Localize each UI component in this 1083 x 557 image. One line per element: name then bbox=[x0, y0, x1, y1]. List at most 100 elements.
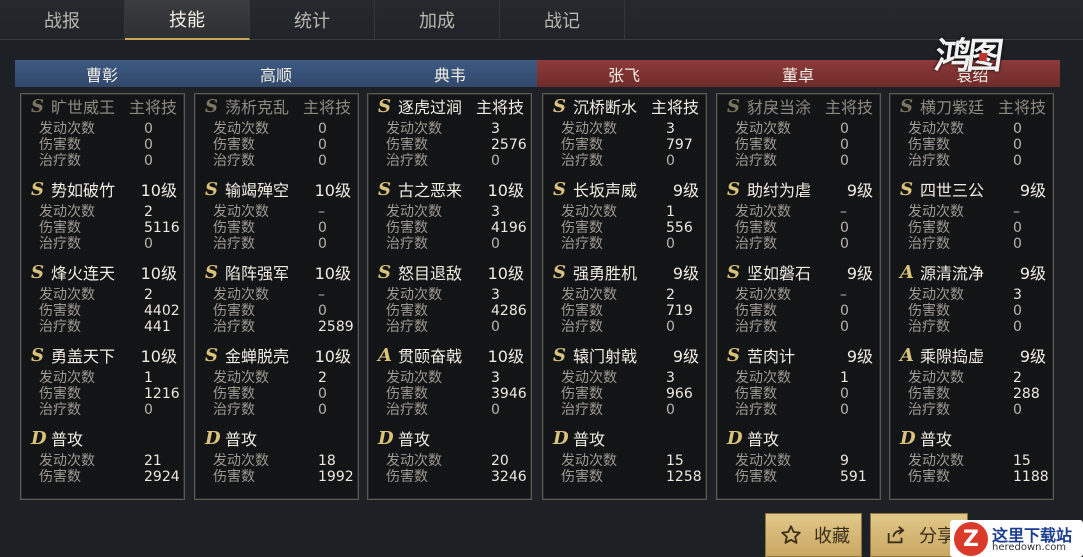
skill-title[interactable]: S 输竭殚空 10级 bbox=[205, 178, 355, 201]
skill-level: 10级 bbox=[487, 347, 524, 366]
skill-title[interactable]: S 势如破竹 10级 bbox=[31, 178, 181, 201]
skill-title[interactable]: S 助纣为虐 9级 bbox=[727, 178, 877, 201]
stat-value: 9 bbox=[840, 453, 849, 469]
skill-stat-row: 发动次数 2 bbox=[213, 370, 358, 386]
skill-title[interactable]: S 逐虎过涧 主将技 bbox=[378, 95, 528, 118]
skill-grade: S bbox=[31, 344, 44, 366]
skill-grade: A bbox=[378, 344, 392, 366]
tab-bonus[interactable]: 加成 bbox=[375, 0, 500, 40]
skill-stat-row: 伤害数 0 bbox=[735, 303, 880, 319]
stat-label: 发动次数 bbox=[908, 204, 964, 220]
skill-stat-row: 伤害数 4402 bbox=[39, 303, 184, 319]
skill-name: 普攻 bbox=[398, 430, 431, 449]
favorite-button[interactable]: 收藏 bbox=[765, 513, 862, 557]
stat-label: 治疗数 bbox=[735, 236, 777, 252]
skill-title[interactable]: S 烽火连天 10级 bbox=[31, 261, 181, 284]
stat-value: 4286 bbox=[491, 303, 527, 319]
stat-value: 0 bbox=[318, 121, 327, 137]
skill-stat-row: 治疗数 0 bbox=[386, 153, 531, 169]
skill-title[interactable]: S 辕门射戟 9级 bbox=[553, 344, 703, 367]
skill-title[interactable]: S 勇盖天下 10级 bbox=[31, 344, 181, 367]
skill-title[interactable]: S 金蝉脱壳 10级 bbox=[205, 344, 355, 367]
skill-title[interactable]: D 普攻 bbox=[378, 427, 528, 450]
stat-value: 0 bbox=[840, 386, 849, 402]
skill-grade: S bbox=[727, 344, 740, 366]
skill-level: 9级 bbox=[846, 264, 873, 283]
skill-title[interactable]: A 贯颐奋戟 10级 bbox=[378, 344, 528, 367]
stat-value: 1258 bbox=[666, 469, 702, 485]
stat-value: 0 bbox=[144, 402, 153, 418]
skill-grade: S bbox=[900, 95, 913, 117]
skill-stat-row: 伤害数 719 bbox=[561, 303, 706, 319]
skill-title[interactable]: S 旷世威王 主将技 bbox=[31, 95, 181, 118]
skill-title[interactable]: S 豺戾当涂 主将技 bbox=[727, 95, 877, 118]
skill-title[interactable]: S 苦肉计 9级 bbox=[727, 344, 877, 367]
skill-name: 乘隙捣虚 bbox=[920, 347, 985, 366]
skill-name: 古之恶来 bbox=[398, 181, 463, 200]
skill-title[interactable]: A 乘隙捣虚 9级 bbox=[900, 344, 1050, 367]
skill-title[interactable]: S 横刀紫廷 主将技 bbox=[900, 95, 1050, 118]
skill-title[interactable]: D 普攻 bbox=[205, 427, 355, 450]
stat-label: 伤害数 bbox=[386, 220, 428, 236]
skill-title[interactable]: S 坚如磐石 9级 bbox=[727, 261, 877, 284]
hero-name: 董卓 bbox=[711, 60, 885, 87]
skill-level: 9级 bbox=[1019, 181, 1046, 200]
skill-grade: S bbox=[378, 261, 391, 283]
stat-label: 发动次数 bbox=[39, 121, 95, 137]
skill-level: 10级 bbox=[314, 264, 351, 283]
skill-title[interactable]: D 普攻 bbox=[553, 427, 703, 450]
skill-title[interactable]: D 普攻 bbox=[900, 427, 1050, 450]
skill-title[interactable]: S 四世三公 9级 bbox=[900, 178, 1050, 201]
stat-value: 18 bbox=[318, 453, 336, 469]
stat-value: 2 bbox=[144, 204, 153, 220]
stat-label: 发动次数 bbox=[386, 204, 442, 220]
hero-skill-panel: S 旷世威王 主将技 发动次数 0 伤害数 0 治疗数 0 S 势如破竹 10级 发动次数 2 伤害数 511… bbox=[20, 93, 185, 500]
skill-title[interactable]: A 源清流净 9级 bbox=[900, 261, 1050, 284]
hero-name-bar: 曹彰 高顺 典韦 张飞 董卓 袁绍 bbox=[15, 60, 1060, 87]
skill-grade: S bbox=[205, 344, 218, 366]
stat-label: 治疗数 bbox=[39, 153, 81, 169]
stat-value: 0 bbox=[1013, 137, 1022, 153]
tab-statistics[interactable]: 统计 bbox=[250, 0, 375, 40]
skill-title[interactable]: D 普攻 bbox=[31, 427, 181, 450]
skill-title[interactable]: S 荡析克乱 主将技 bbox=[205, 95, 355, 118]
top-tab-bar: 战报 技能 统计 加成 战记 bbox=[0, 0, 1083, 40]
skill-stat-row: 治疗数 0 bbox=[386, 319, 531, 335]
skill-stat-row: 伤害数 0 bbox=[213, 220, 358, 236]
tab-battle-log[interactable]: 战记 bbox=[500, 0, 625, 40]
stat-value: 797 bbox=[666, 137, 693, 153]
skill-title[interactable]: D 普攻 bbox=[727, 427, 877, 450]
skill-title[interactable]: S 怒目退敌 10级 bbox=[378, 261, 528, 284]
skill-name: 逐虎过涧 bbox=[398, 98, 463, 117]
stat-label: 发动次数 bbox=[386, 453, 442, 469]
stat-label: 治疗数 bbox=[39, 236, 81, 252]
stat-label: 治疗数 bbox=[561, 236, 603, 252]
tab-battle-report[interactable]: 战报 bbox=[0, 0, 125, 40]
skill-title[interactable]: S 古之恶来 10级 bbox=[378, 178, 528, 201]
skill-title[interactable]: S 强勇胜机 9级 bbox=[553, 261, 703, 284]
stat-label: 发动次数 bbox=[735, 121, 791, 137]
skill-stat-row: 伤害数 288 bbox=[908, 386, 1053, 402]
skill-stat-row: 发动次数 3 bbox=[386, 121, 531, 137]
skill-title[interactable]: S 长坂声威 9级 bbox=[553, 178, 703, 201]
skill-name: 金蝉脱壳 bbox=[225, 347, 290, 366]
skill-stat-row: 伤害数 1188 bbox=[908, 469, 1053, 485]
tab-skills[interactable]: 技能 bbox=[125, 0, 250, 40]
stat-value: 0 bbox=[318, 153, 327, 169]
stat-label: 发动次数 bbox=[735, 287, 791, 303]
stat-label: 治疗数 bbox=[908, 402, 950, 418]
stat-value: 2589 bbox=[318, 319, 354, 335]
stat-label: 发动次数 bbox=[386, 121, 442, 137]
skill-title[interactable]: S 陷阵强军 10级 bbox=[205, 261, 355, 284]
stat-label: 伤害数 bbox=[213, 303, 255, 319]
skill-stat-row: 发动次数 3 bbox=[561, 370, 706, 386]
stat-label: 伤害数 bbox=[386, 137, 428, 153]
stat-value: 0 bbox=[318, 220, 327, 236]
skill-stat-row: 发动次数 1 bbox=[39, 370, 184, 386]
stat-value: 3 bbox=[491, 204, 500, 220]
stat-value: 1 bbox=[666, 204, 675, 220]
skill-name: 苦肉计 bbox=[747, 347, 796, 366]
skill-level: 10级 bbox=[487, 264, 524, 283]
stat-value: 0 bbox=[144, 121, 153, 137]
skill-title[interactable]: S 沉桥断水 主将技 bbox=[553, 95, 703, 118]
